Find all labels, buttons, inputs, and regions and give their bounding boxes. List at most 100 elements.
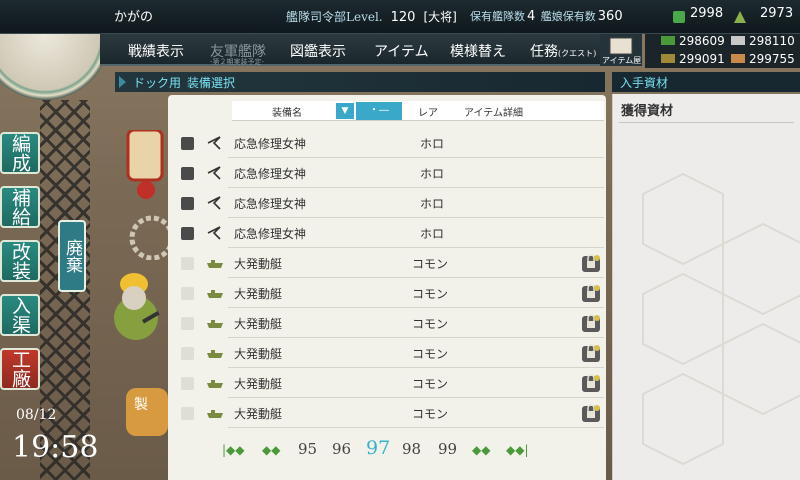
list-item[interactable]: 大発動艇 コモン [170, 338, 604, 368]
landing-craft-icon [207, 260, 223, 268]
nav-quest[interactable]: 任務(クエスト) [530, 41, 596, 61]
row-checkbox[interactable] [181, 257, 194, 270]
equipment-name: 大発動艇 [234, 287, 283, 301]
page-97-current[interactable]: 97 [366, 437, 390, 459]
list-item[interactable]: 応急修理女神 ホロ [170, 158, 604, 188]
fleet-counts: 保有艦隊数 4 艦娘保有数 360 [470, 8, 625, 24]
row-divider [228, 427, 604, 428]
lock-icon[interactable] [580, 372, 602, 394]
list-item[interactable]: 応急修理女神 ホロ [170, 188, 604, 218]
divider [619, 122, 794, 123]
row-checkbox[interactable] [181, 137, 194, 150]
level-value: 120 [390, 10, 416, 25]
menu-repair[interactable]: 入渠 [0, 294, 40, 336]
equipment-rarity: ホロ [420, 227, 445, 241]
next-page-button[interactable]: ◆◆ [472, 443, 490, 457]
ammo-count: 299091 [679, 52, 725, 66]
equipment-name: 応急修理女神 [234, 227, 307, 241]
equipment-rarity: ホロ [420, 167, 445, 181]
nav-sub-note: -第２期実装予定- [210, 58, 265, 66]
first-page-button[interactable]: |◆◆ [222, 443, 245, 457]
repair-goddess-icon [207, 166, 221, 180]
equipment-name: 大発動艇 [234, 377, 283, 391]
menu-remodel[interactable]: 改装 [0, 240, 40, 282]
page-96[interactable]: 96 [332, 440, 351, 458]
breadcrumb-dock: ドック用 [133, 76, 182, 90]
lock-icon[interactable] [580, 282, 602, 304]
equipment-rarity: コモン [412, 287, 449, 301]
row-checkbox[interactable] [181, 197, 194, 210]
list-item[interactable]: 大発動艇 コモン [170, 398, 604, 428]
main-nav: 戦績表示 友軍艦隊 -第２期実装予定- 図鑑表示 アイテム 模様替え 任務(クエ… [100, 34, 600, 66]
item-shop-button[interactable]: アイテム屋 [600, 34, 642, 66]
list-item[interactable]: 応急修理女神 ホロ [170, 128, 604, 158]
girls-label: 艦娘保有数 [540, 10, 596, 23]
menu-arsenal[interactable]: 工廠 [0, 348, 40, 390]
row-checkbox[interactable] [181, 377, 194, 390]
lock-icon[interactable] [580, 312, 602, 334]
sort-button[interactable]: ▼ [336, 103, 354, 119]
fuel-count: 298609 [679, 34, 725, 48]
menu-supply[interactable]: 補給 [0, 186, 40, 228]
nav-items[interactable]: アイテム [374, 41, 429, 61]
select-toggle-button[interactable]: ・― [356, 102, 402, 120]
equipment-name: 大発動艇 [234, 407, 283, 421]
landing-craft-icon [207, 290, 223, 298]
lock-icon[interactable] [580, 342, 602, 364]
devmat-count: 2973 [760, 6, 794, 21]
breadcrumb-current: 装備選択 [187, 76, 236, 90]
list-item[interactable]: 大発動艇 コモン [170, 308, 604, 338]
admiral-name: かがの [114, 10, 154, 25]
repair-goddess-icon [207, 196, 221, 210]
game-screen: 工廠 製 編成 補給 改装 入渠 工廠 廃棄 08/12 19:58 かがの 艦… [0, 0, 800, 480]
row-checkbox[interactable] [181, 317, 194, 330]
construction-illustration [118, 128, 175, 261]
item-shop-label: アイテム屋 [602, 56, 642, 65]
equipment-name: 大発動艇 [234, 347, 283, 361]
page-95[interactable]: 95 [298, 440, 317, 458]
top-bar: かがの 艦隊司令部Level. 120 [大将] 保有艦隊数 4 艦娘保有数 360 2… [0, 0, 800, 34]
right-breadcrumb: 入手資材 [612, 72, 800, 92]
list-item[interactable]: 大発動艇 コモン [170, 278, 604, 308]
row-checkbox[interactable] [181, 287, 194, 300]
landing-craft-icon [207, 380, 223, 388]
lock-icon[interactable] [580, 402, 602, 424]
page-99[interactable]: 99 [438, 440, 457, 458]
prev-page-button[interactable]: ◆◆ [262, 443, 280, 457]
level-label: 艦隊司令部Level. [286, 10, 383, 24]
list-item[interactable]: 大発動艇 コモン [170, 248, 604, 278]
header-detail: アイテム詳細 [464, 108, 523, 119]
nav-furniture[interactable]: 模様替え [450, 41, 506, 61]
acquired-materials-title: 獲得資材 [621, 104, 674, 119]
clock-time: 19:58 [12, 430, 99, 465]
list-item[interactable]: 応急修理女神 ホロ [170, 218, 604, 248]
nav-quest-label: 任務 [530, 44, 558, 60]
item-shop-icon [609, 37, 633, 55]
breadcrumb-arrow [119, 76, 126, 88]
equipment-name: 応急修理女神 [234, 197, 307, 211]
right-breadcrumb-label: 入手資材 [620, 76, 669, 90]
scrap-tab[interactable]: 廃棄 [58, 220, 86, 292]
equipment-rarity: コモン [412, 257, 449, 271]
last-page-button[interactable]: ◆◆| [506, 443, 529, 457]
ships-label: 保有艦隊数 [470, 10, 525, 23]
equipment-rarity: コモン [412, 317, 449, 331]
ships-value: 4 [527, 9, 536, 24]
repair-goddess-icon [207, 136, 221, 150]
row-checkbox[interactable] [181, 347, 194, 360]
page-98[interactable]: 98 [402, 440, 421, 458]
row-checkbox[interactable] [181, 227, 194, 240]
list-item[interactable]: 大発動艇 コモン [170, 368, 604, 398]
lock-icon[interactable] [580, 252, 602, 274]
row-checkbox[interactable] [181, 407, 194, 420]
fuel-icon [661, 36, 675, 45]
build-button[interactable]: 製 [126, 388, 168, 436]
bauxite-count: 299755 [749, 52, 795, 66]
menu-organize[interactable]: 編成 [0, 132, 40, 174]
fairy-worker [112, 270, 168, 360]
hq-level: 艦隊司令部Level. 120 [大将] [286, 8, 457, 25]
nav-encyclopedia[interactable]: 図鑑表示 [290, 41, 346, 61]
nav-record[interactable]: 戦績表示 [128, 41, 184, 61]
row-checkbox[interactable] [181, 167, 194, 180]
list-header: 装備名 ▼ ・― レア アイテム詳細 [232, 101, 604, 121]
